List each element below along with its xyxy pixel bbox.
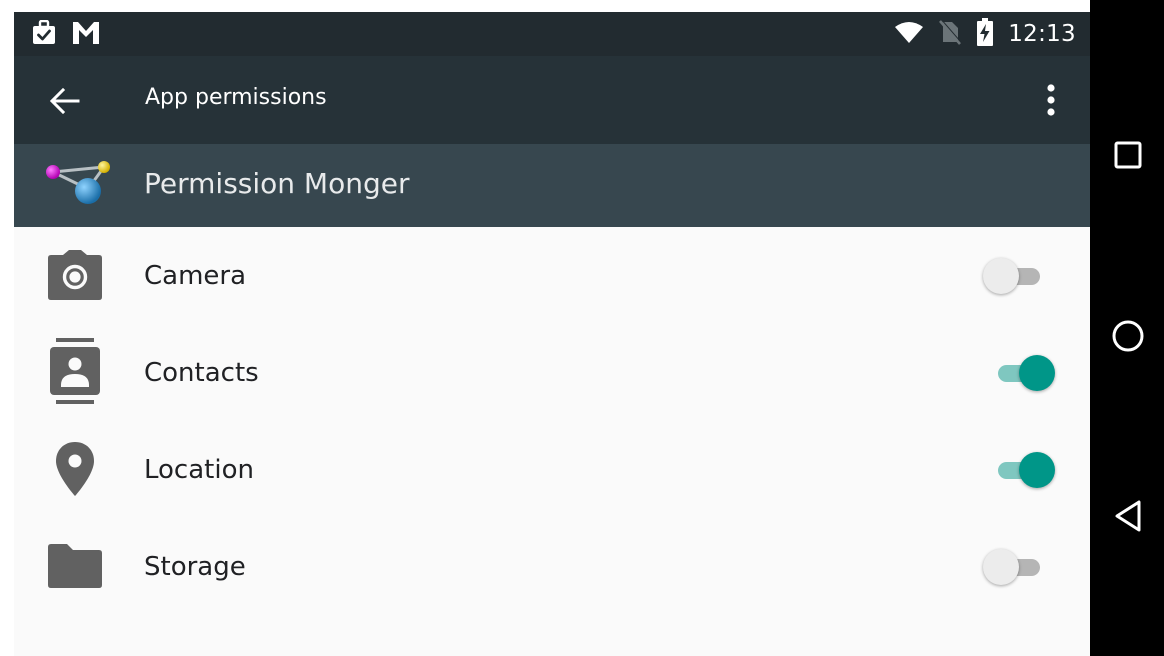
page-title: App permissions — [145, 85, 327, 110]
navigation-bar — [1090, 0, 1164, 656]
arrow-back-icon — [50, 88, 80, 114]
permission-row-contacts[interactable]: Contacts — [14, 324, 1090, 421]
recents-square-icon — [1114, 141, 1142, 169]
home-button[interactable] — [1104, 312, 1152, 360]
app-name: Permission Monger — [144, 167, 410, 200]
device-screen: 12:13 App permissions Permission Monger … — [14, 12, 1090, 656]
no-sim-icon — [938, 19, 962, 49]
location-pin-icon — [47, 441, 103, 497]
molecule-app-icon — [44, 158, 116, 214]
back-triangle-icon — [1115, 500, 1141, 532]
storage-toggle[interactable] — [982, 549, 1058, 585]
overflow-menu-button[interactable] — [1034, 78, 1068, 122]
gmail-icon — [72, 21, 100, 49]
status-right: 12:13 — [894, 18, 1076, 50]
switch-thumb — [1019, 355, 1055, 391]
folder-icon — [47, 538, 103, 594]
wifi-icon — [894, 20, 924, 48]
recents-button[interactable] — [1104, 131, 1152, 179]
switch-thumb — [983, 549, 1019, 585]
permission-row-storage[interactable]: Storage — [14, 518, 1090, 615]
location-toggle[interactable] — [982, 452, 1058, 488]
camera-toggle[interactable] — [982, 258, 1058, 294]
permission-label: Camera — [144, 261, 247, 291]
status-clock: 12:13 — [1008, 21, 1076, 47]
switch-thumb — [1019, 452, 1055, 488]
system-back-button[interactable] — [1104, 492, 1152, 540]
app-bar: App permissions — [14, 56, 1090, 144]
app-header: Permission Monger — [14, 144, 1090, 227]
back-button[interactable] — [44, 80, 86, 122]
home-circle-icon — [1112, 320, 1144, 352]
switch-thumb — [983, 258, 1019, 294]
status-bar: 12:13 — [14, 12, 1090, 56]
contacts-icon — [47, 338, 103, 404]
permission-label: Location — [144, 455, 254, 485]
battery-charging-icon — [976, 18, 994, 50]
status-left — [32, 19, 100, 50]
screen: 12:13 App permissions Permission Monger … — [0, 0, 1164, 656]
more-vert-icon — [1047, 84, 1055, 116]
permission-row-camera[interactable]: Camera — [14, 227, 1090, 324]
permission-label: Storage — [144, 552, 246, 582]
permission-row-location[interactable]: Location — [14, 421, 1090, 518]
camera-icon — [47, 247, 103, 303]
contacts-toggle[interactable] — [982, 355, 1058, 391]
permission-label: Contacts — [144, 358, 259, 388]
work-briefcase-icon — [32, 19, 56, 50]
permission-list: Camera Contacts Location Storage — [14, 227, 1090, 615]
